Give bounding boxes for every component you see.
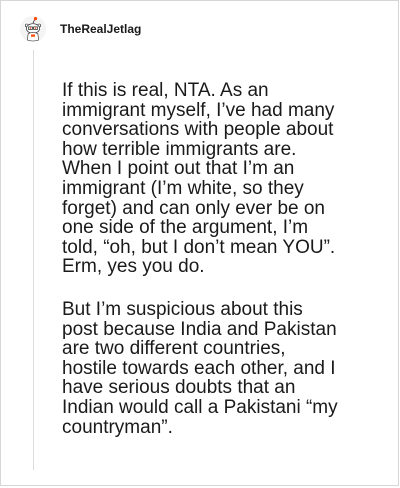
comment-body: If this is real, NTA. As an immigrant my…	[62, 81, 392, 460]
comment-card: TheRealJetlag If this is real, NTA. As a…	[0, 0, 400, 488]
comment-paragraph: If this is real, NTA. As an immigrant my…	[62, 80, 336, 278]
comment-paragraph: But I’m suspicious about this post becau…	[62, 298, 338, 438]
reddit-snoo-avatar-icon[interactable]	[20, 16, 46, 42]
thread-line[interactable]	[33, 50, 34, 470]
comment-author[interactable]: TheRealJetlag	[60, 22, 141, 36]
